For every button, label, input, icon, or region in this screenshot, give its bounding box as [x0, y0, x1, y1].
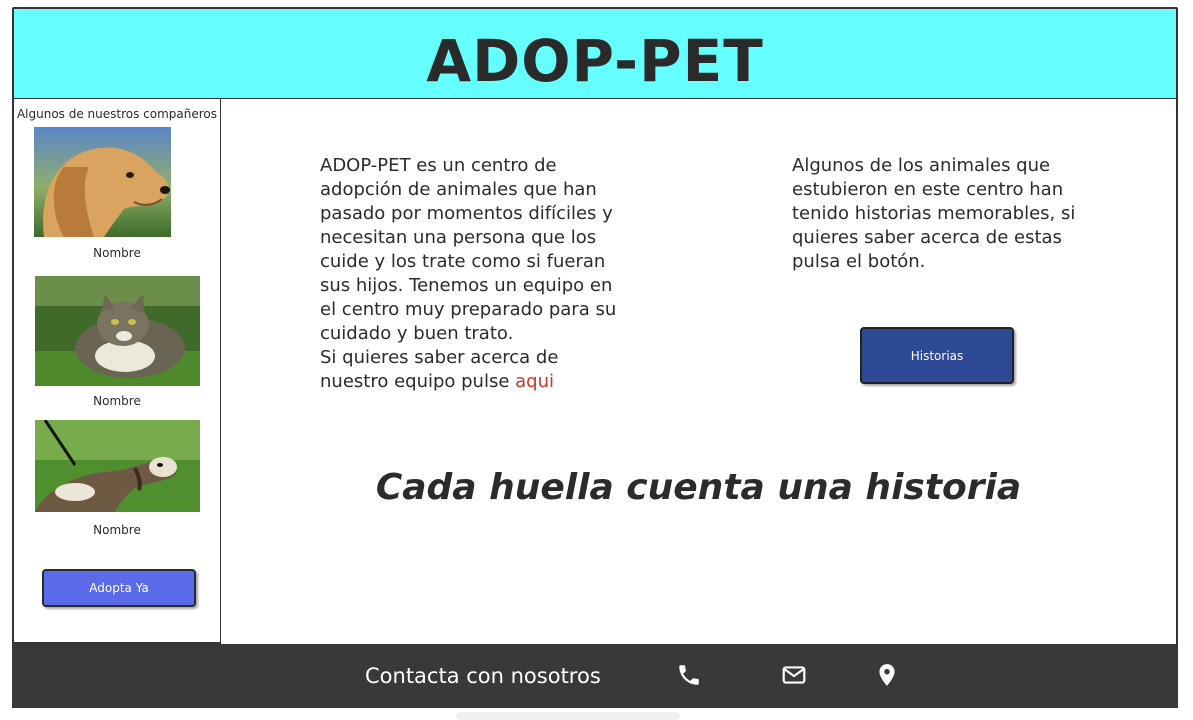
scroll-indicator	[456, 712, 680, 720]
slogan: Cada huella cuenta una historia	[375, 467, 1022, 508]
dog-photo[interactable]	[34, 127, 171, 237]
contact-label: Contacta con nosotros	[365, 664, 601, 688]
mail-icon[interactable]	[781, 662, 807, 688]
main-content: ADOP-PET es un centro de adopción de ani…	[221, 99, 1178, 644]
pet-name: Nombre	[93, 246, 141, 260]
team-link[interactable]: aqui	[515, 371, 554, 392]
about-paragraph: ADOP-PET es un centro de adopción de ani…	[320, 154, 620, 394]
stories-paragraph: Algunos de los animales que estubieron e…	[792, 155, 1076, 272]
about-text: ADOP-PET es un centro de adopción de ani…	[320, 155, 617, 344]
cat-photo[interactable]	[35, 276, 200, 386]
header-banner: ADOP-PET	[12, 7, 1178, 100]
stories-button[interactable]: Historias	[860, 327, 1014, 384]
phone-icon[interactable]	[676, 662, 702, 688]
sidebar-title: Algunos de nuestros compañeros	[16, 107, 218, 121]
pet-name: Nombre	[93, 394, 141, 408]
footer: Contacta con nosotros	[12, 644, 1178, 708]
adopt-button[interactable]: Adopta Ya	[42, 569, 196, 607]
sidebar: Algunos de nuestros compañeros Nombre No…	[12, 99, 222, 644]
pet-name: Nombre	[93, 523, 141, 537]
location-icon[interactable]	[874, 662, 900, 688]
ferret-photo[interactable]	[35, 420, 200, 512]
site-title: ADOP-PET	[426, 27, 764, 95]
